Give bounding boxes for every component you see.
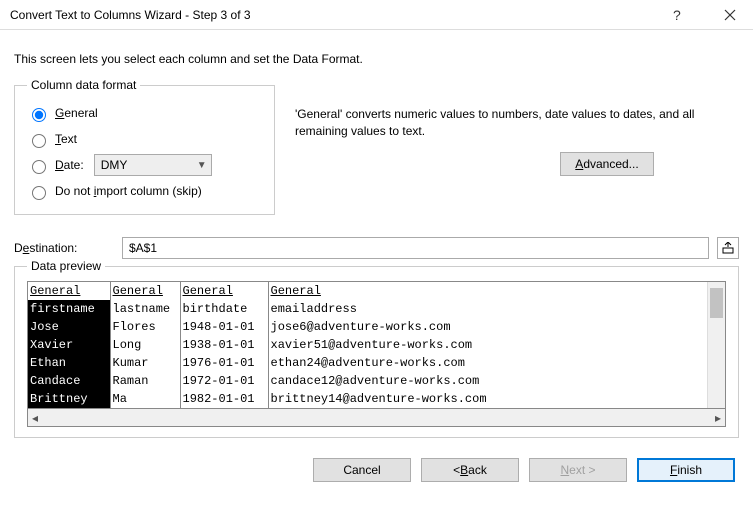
- radio-text[interactable]: [32, 134, 46, 148]
- preview-cell[interactable]: Brittney: [28, 390, 110, 408]
- preview-cell[interactable]: Flores: [110, 318, 180, 336]
- preview-header[interactable]: General: [28, 282, 110, 300]
- preview-cell[interactable]: Jose: [28, 318, 110, 336]
- preview-cell[interactable]: Ma: [110, 390, 180, 408]
- preview-table[interactable]: General General General General firstnam…: [28, 282, 707, 408]
- window-title: Convert Text to Columns Wizard - Step 3 …: [10, 8, 673, 22]
- back-button[interactable]: < Back: [421, 458, 519, 482]
- advanced-button[interactable]: Advanced...: [560, 152, 653, 176]
- preview-cell[interactable]: firstname: [28, 300, 110, 318]
- preview-group: Data preview General General General Gen…: [14, 259, 739, 438]
- scrollbar-thumb[interactable]: [710, 288, 723, 318]
- date-format-value: DMY: [101, 158, 128, 172]
- preview-legend: Data preview: [27, 259, 105, 273]
- preview-cell[interactable]: 1976-01-01: [180, 354, 268, 372]
- preview-cell[interactable]: Raman: [110, 372, 180, 390]
- preview-cell[interactable]: candace12@adventure-works.com: [268, 372, 707, 390]
- preview-cell[interactable]: 1982-01-01: [180, 390, 268, 408]
- radio-skip-label[interactable]: Do not import column (skip): [55, 184, 202, 198]
- radio-general[interactable]: [32, 108, 46, 122]
- preview-cell[interactable]: 1948-01-01: [180, 318, 268, 336]
- finish-button[interactable]: Finish: [637, 458, 735, 482]
- preview-cell[interactable]: Candace: [28, 372, 110, 390]
- preview-cell[interactable]: ethan24@adventure-works.com: [268, 354, 707, 372]
- range-picker-button[interactable]: [717, 237, 739, 259]
- cancel-button[interactable]: Cancel: [313, 458, 411, 482]
- intro-text: This screen lets you select each column …: [14, 52, 739, 66]
- scroll-right-icon[interactable]: ▸: [715, 411, 721, 425]
- column-format-group: Column data format General Text Date: DM…: [14, 78, 275, 215]
- radio-general-label[interactable]: General: [55, 106, 98, 120]
- destination-label: Destination:: [14, 241, 114, 255]
- radio-text-label[interactable]: Text: [55, 132, 77, 146]
- preview-header[interactable]: General: [110, 282, 180, 300]
- preview-area[interactable]: General General General General firstnam…: [27, 281, 726, 409]
- preview-header[interactable]: General: [180, 282, 268, 300]
- preview-cell[interactable]: brittney14@adventure-works.com: [268, 390, 707, 408]
- radio-date[interactable]: [32, 160, 46, 174]
- radio-skip[interactable]: [32, 186, 46, 200]
- preview-cell[interactable]: birthdate: [180, 300, 268, 318]
- date-format-select[interactable]: DMY ▼: [94, 154, 212, 176]
- preview-cell[interactable]: Xavier: [28, 336, 110, 354]
- chevron-down-icon: ▼: [197, 160, 207, 171]
- format-description: 'General' converts numeric values to num…: [295, 106, 739, 140]
- scroll-left-icon[interactable]: ◂: [32, 411, 38, 425]
- preview-header[interactable]: General: [268, 282, 707, 300]
- vertical-scrollbar[interactable]: [707, 282, 725, 408]
- preview-cell[interactable]: lastname: [110, 300, 180, 318]
- preview-cell[interactable]: Ethan: [28, 354, 110, 372]
- preview-cell[interactable]: emailaddress: [268, 300, 707, 318]
- range-picker-icon: [722, 242, 734, 254]
- help-button[interactable]: ?: [673, 7, 703, 23]
- preview-cell[interactable]: 1938-01-01: [180, 336, 268, 354]
- destination-input[interactable]: [122, 237, 709, 259]
- preview-cell[interactable]: Long: [110, 336, 180, 354]
- next-button: Next >: [529, 458, 627, 482]
- column-format-legend: Column data format: [27, 78, 140, 92]
- preview-cell[interactable]: jose6@adventure-works.com: [268, 318, 707, 336]
- horizontal-scrollbar[interactable]: ◂ ▸: [27, 409, 726, 427]
- preview-cell[interactable]: xavier51@adventure-works.com: [268, 336, 707, 354]
- preview-cell[interactable]: 1972-01-01: [180, 372, 268, 390]
- radio-date-label[interactable]: Date:: [55, 158, 84, 172]
- preview-cell[interactable]: Kumar: [110, 354, 180, 372]
- close-button[interactable]: [707, 0, 753, 30]
